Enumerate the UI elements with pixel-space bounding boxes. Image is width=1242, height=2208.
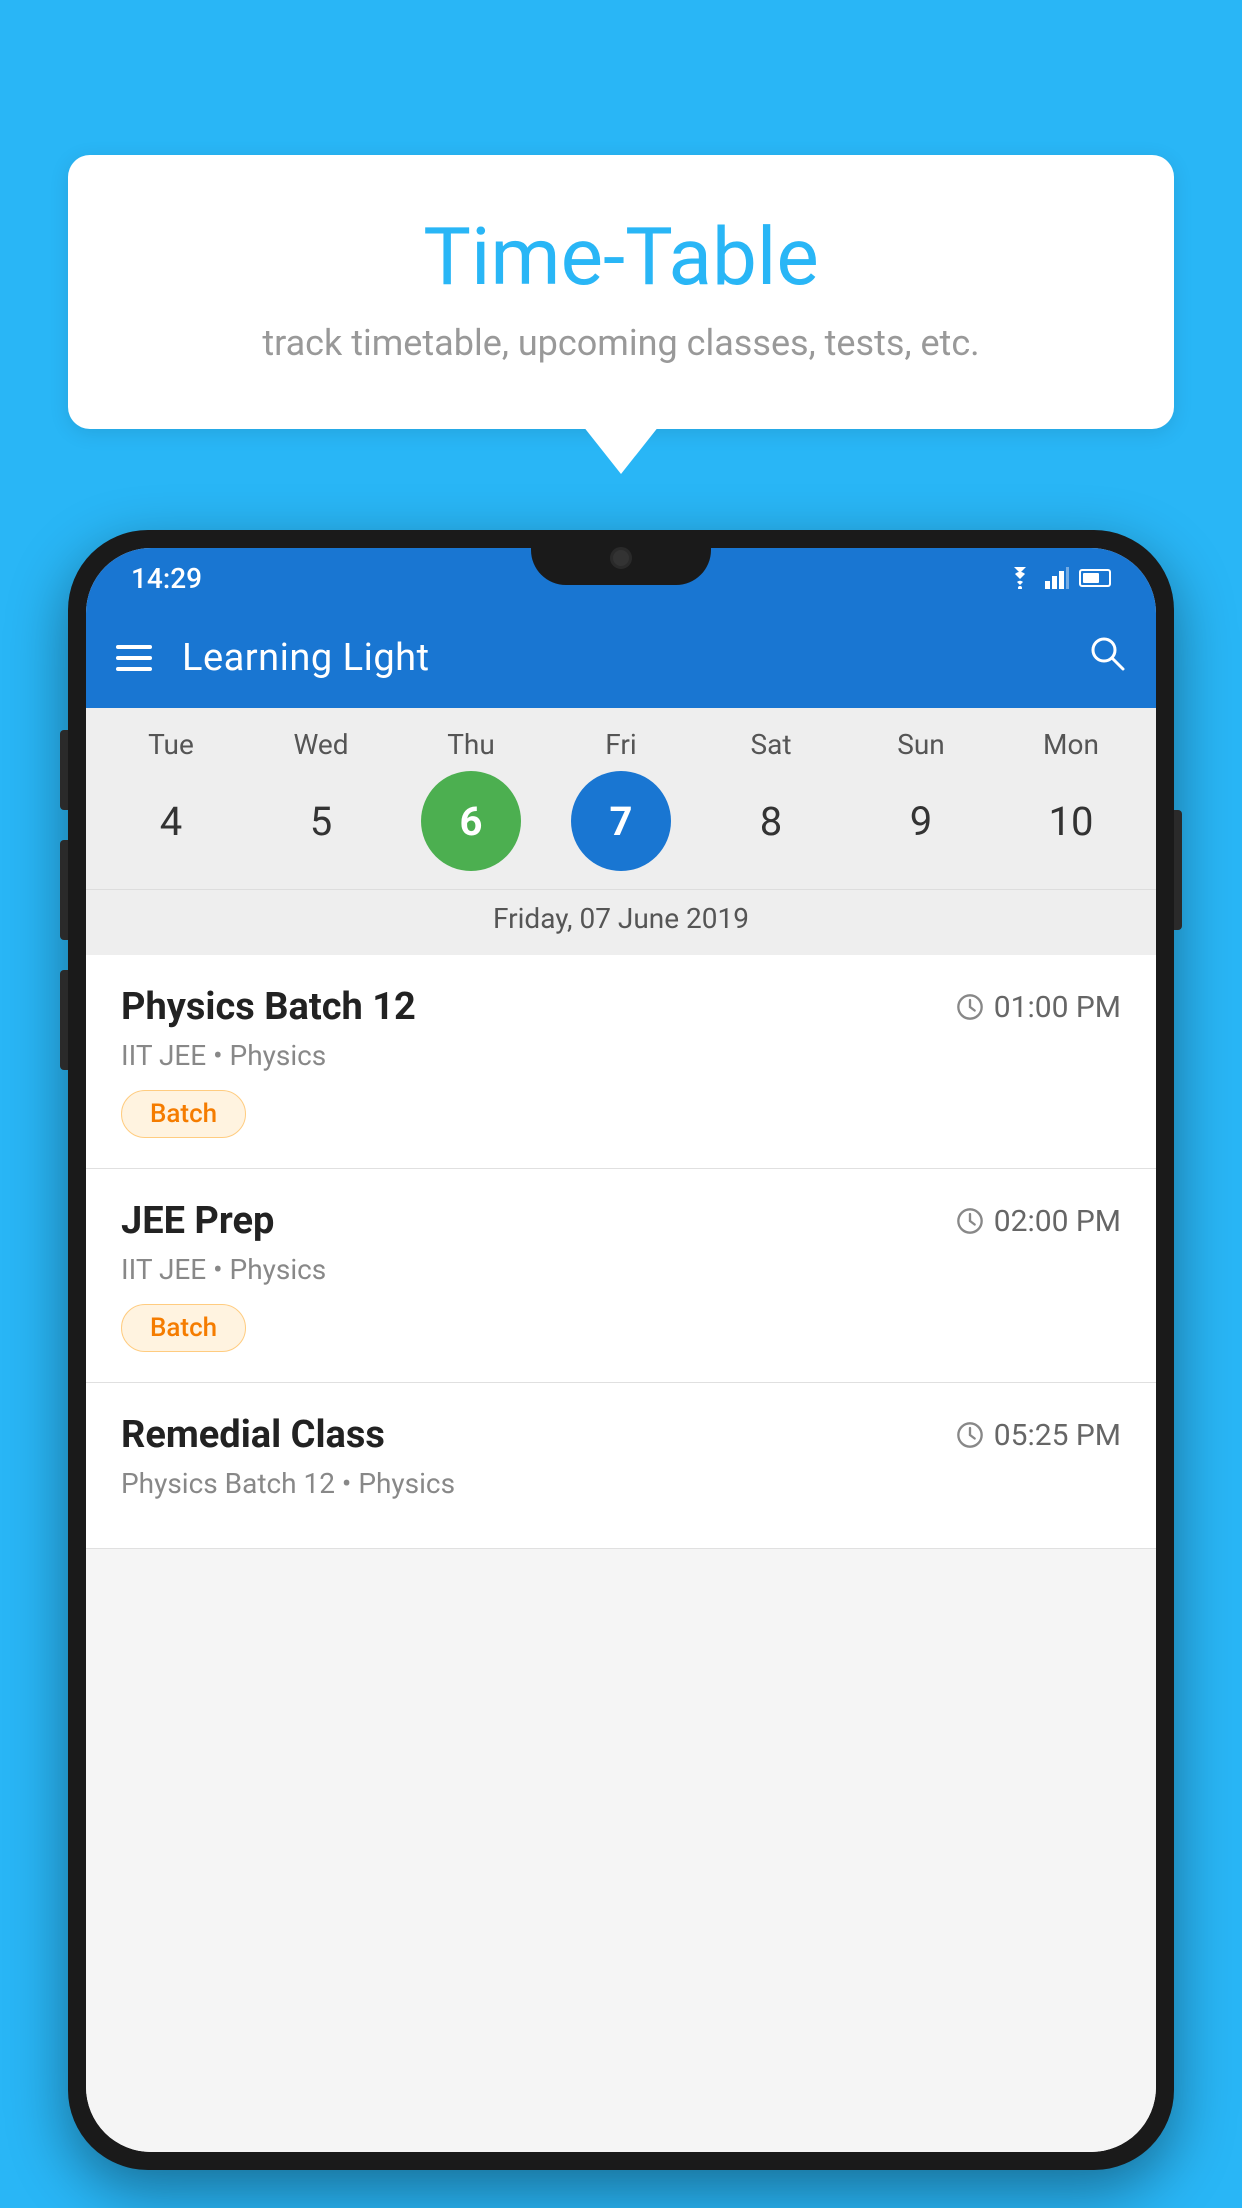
week-dates: 4 5 6 7 8 9 10	[86, 771, 1156, 889]
phone-frame: 14:29	[68, 530, 1174, 2170]
date-8[interactable]: 8	[721, 771, 821, 871]
phone-wrapper: 14:29	[68, 530, 1174, 2208]
schedule-title-2: JEE Prep	[121, 1199, 274, 1243]
date-10[interactable]: 10	[1021, 771, 1121, 871]
hamburger-icon[interactable]	[116, 645, 152, 671]
battery-icon	[1079, 569, 1111, 587]
schedule-item-2[interactable]: JEE Prep 02:00 PM IIT JEE • Physics Batc…	[86, 1169, 1156, 1383]
batch-badge-1: Batch	[121, 1090, 246, 1138]
app-title: Learning Light	[182, 636, 1088, 680]
clock-icon-3	[956, 1421, 984, 1449]
schedule-sub-3: Physics Batch 12 • Physics	[121, 1467, 1121, 1500]
day-fri: Fri	[556, 728, 686, 761]
day-thu: Thu	[406, 728, 536, 761]
day-wed: Wed	[256, 728, 386, 761]
volume-mute-button	[60, 730, 68, 810]
app-bar: Learning Light	[86, 608, 1156, 708]
status-time: 14:29	[131, 562, 202, 595]
day-mon: Mon	[1006, 728, 1136, 761]
notch	[531, 530, 711, 585]
wifi-icon	[1005, 567, 1035, 589]
batch-badge-2: Batch	[121, 1304, 246, 1352]
calendar-section: Tue Wed Thu Fri Sat Sun Mon 4 5 6 7 8 9 …	[86, 708, 1156, 955]
schedule-sub-1: IIT JEE • Physics	[121, 1039, 1121, 1072]
schedule-item-3[interactable]: Remedial Class 05:25 PM Physics Batch 12…	[86, 1383, 1156, 1549]
schedule-title-1: Physics Batch 12	[121, 985, 416, 1029]
signal-icon	[1045, 567, 1069, 589]
date-4[interactable]: 4	[121, 771, 221, 871]
volume-down-button	[60, 970, 68, 1070]
day-sat: Sat	[706, 728, 836, 761]
schedule-content: Physics Batch 12 01:00 PM IIT JEE • Phys…	[86, 955, 1156, 2152]
day-tue: Tue	[106, 728, 236, 761]
schedule-title-3: Remedial Class	[121, 1413, 385, 1457]
schedule-time-2: 02:00 PM	[956, 1204, 1121, 1239]
schedule-item-1[interactable]: Physics Batch 12 01:00 PM IIT JEE • Phys…	[86, 955, 1156, 1169]
bubble-title: Time-Table	[128, 210, 1114, 304]
week-days: Tue Wed Thu Fri Sat Sun Mon	[86, 728, 1156, 761]
speech-bubble: Time-Table track timetable, upcoming cla…	[68, 155, 1174, 429]
status-icons	[1005, 567, 1111, 589]
clock-icon-1	[956, 993, 984, 1021]
phone-screen: 14:29	[86, 548, 1156, 2152]
volume-up-button	[60, 840, 68, 940]
bubble-subtitle: track timetable, upcoming classes, tests…	[128, 322, 1114, 364]
power-button	[1174, 810, 1182, 930]
date-6-today[interactable]: 6	[421, 771, 521, 871]
selected-date-label: Friday, 07 June 2019	[86, 889, 1156, 955]
schedule-time-1: 01:00 PM	[956, 990, 1121, 1025]
clock-icon-2	[956, 1207, 984, 1235]
date-7-selected[interactable]: 7	[571, 771, 671, 871]
day-sun: Sun	[856, 728, 986, 761]
date-9[interactable]: 9	[871, 771, 971, 871]
search-button[interactable]	[1088, 634, 1126, 682]
schedule-time-3: 05:25 PM	[956, 1418, 1121, 1453]
camera	[610, 547, 632, 569]
schedule-sub-2: IIT JEE • Physics	[121, 1253, 1121, 1286]
date-5[interactable]: 5	[271, 771, 371, 871]
